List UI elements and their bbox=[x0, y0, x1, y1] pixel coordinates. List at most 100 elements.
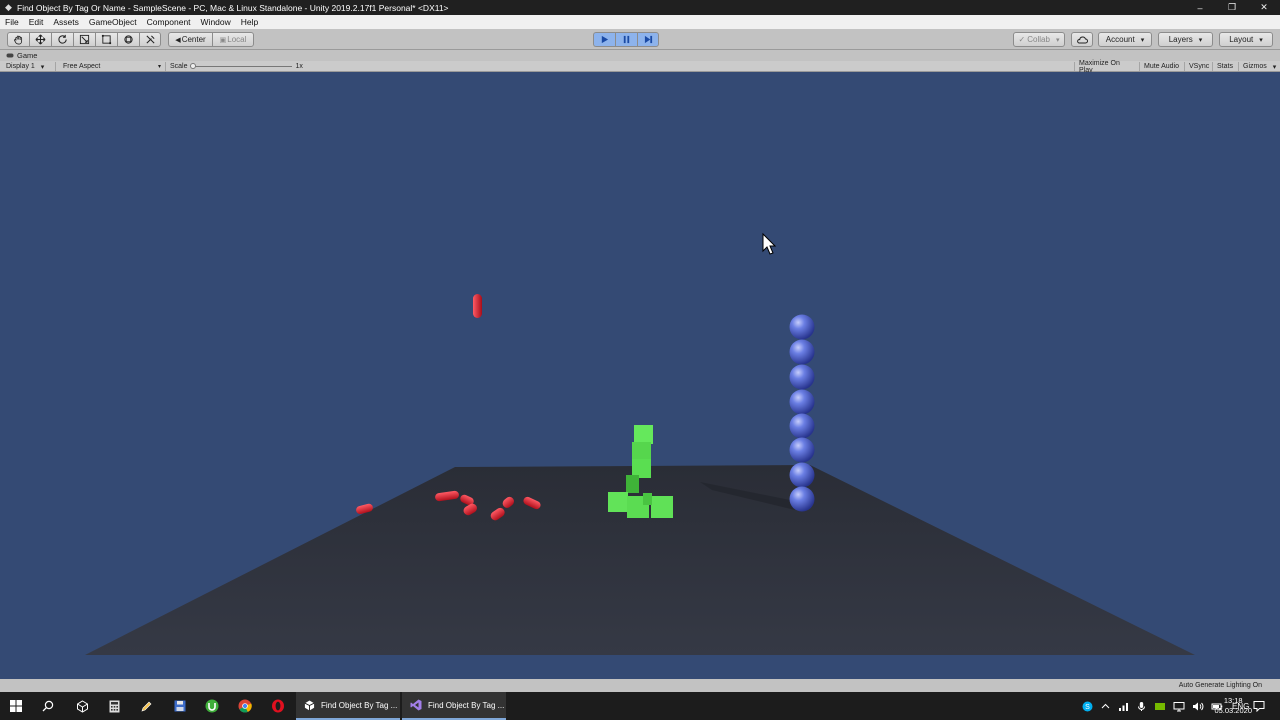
display-dropdown[interactable]: Display 1 bbox=[2, 62, 56, 71]
calculator-taskbar-button[interactable] bbox=[98, 692, 130, 720]
menu-component[interactable]: Component bbox=[142, 17, 196, 27]
green-cube bbox=[626, 475, 639, 493]
window-title: Find Object By Tag Or Name - SampleScene… bbox=[17, 2, 449, 13]
pause-icon bbox=[623, 35, 630, 44]
step-button[interactable] bbox=[637, 32, 659, 47]
main-toolbar: ◀ Center ▣ Local ✓ Collab ▾ Account ▾ La… bbox=[0, 29, 1280, 50]
opera-taskbar-button[interactable] bbox=[262, 692, 294, 720]
maximize-on-play-toggle[interactable]: Maximize On Play bbox=[1074, 60, 1140, 74]
cloud-services-button[interactable] bbox=[1071, 32, 1093, 47]
menu-gameobject[interactable]: GameObject bbox=[84, 17, 142, 27]
layers-label: Layers bbox=[1168, 35, 1193, 44]
green-cube bbox=[608, 492, 628, 512]
chevron-up-icon[interactable] bbox=[1100, 701, 1111, 712]
pivot-center-button[interactable]: ◀ Center bbox=[168, 32, 212, 47]
rect-tool-icon bbox=[101, 34, 112, 45]
unity-hub-taskbar-button[interactable] bbox=[66, 692, 98, 720]
move-arrows-icon bbox=[35, 34, 46, 45]
transform-tool-button[interactable] bbox=[117, 32, 139, 47]
collab-dropdown[interactable]: ✓ Collab bbox=[1013, 32, 1065, 47]
unity-editor-task[interactable]: Find Object By Tag ... bbox=[296, 692, 400, 720]
scale-slider[interactable] bbox=[189, 62, 292, 71]
pivot-toggles: ◀ Center ▣ Local bbox=[168, 32, 254, 47]
menu-assets[interactable]: Assets bbox=[48, 17, 84, 27]
save-taskbar-button[interactable] bbox=[164, 692, 196, 720]
unity-task-label: Find Object By Tag ... bbox=[321, 700, 398, 710]
visual-studio-task[interactable]: Find Object By Tag ... bbox=[402, 692, 506, 720]
layers-dropdown[interactable]: Layers bbox=[1158, 32, 1213, 47]
skype-icon[interactable]: S bbox=[1082, 701, 1093, 712]
display-label: Display 1 bbox=[6, 63, 35, 70]
maximize-button[interactable]: ❐ bbox=[1216, 0, 1248, 15]
blue-sphere bbox=[789, 462, 815, 488]
collab-label: Collab bbox=[1027, 35, 1050, 44]
hand-tool-button[interactable] bbox=[7, 32, 29, 47]
rect-tool-button[interactable] bbox=[95, 32, 117, 47]
cloud-icon bbox=[1077, 36, 1088, 44]
move-tool-button[interactable] bbox=[29, 32, 51, 47]
lighting-status-text: Auto Generate Lighting On bbox=[1178, 682, 1262, 689]
pivot-icon: ◀ bbox=[175, 36, 181, 44]
mute-audio-toggle[interactable]: Mute Audio bbox=[1140, 62, 1185, 71]
svg-text:S: S bbox=[1085, 704, 1090, 711]
microphone-icon[interactable] bbox=[1136, 701, 1147, 712]
aspect-dropdown[interactable]: Free Aspect ▾ bbox=[59, 62, 166, 71]
unity-cube-icon bbox=[76, 699, 88, 713]
network-icon[interactable] bbox=[1118, 701, 1129, 712]
stats-label: Stats bbox=[1217, 63, 1233, 70]
action-center-icon bbox=[1253, 701, 1265, 712]
paint-taskbar-button[interactable] bbox=[130, 692, 162, 720]
blue-sphere bbox=[789, 314, 815, 340]
utorrent-taskbar-button[interactable] bbox=[196, 692, 228, 720]
stats-toggle[interactable]: Stats bbox=[1213, 62, 1239, 71]
unity-editor-window: ◆ Find Object By Tag Or Name - SampleSce… bbox=[0, 0, 1280, 720]
aspect-chevron-icon: ▾ bbox=[157, 64, 161, 70]
collab-group: ✓ Collab bbox=[1013, 32, 1065, 47]
custom-tool-button[interactable] bbox=[139, 32, 161, 47]
vsync-toggle[interactable]: VSync bbox=[1185, 62, 1213, 71]
menu-file[interactable]: File bbox=[0, 17, 24, 27]
blue-sphere bbox=[789, 364, 815, 390]
status-bar: Auto Generate Lighting On bbox=[0, 679, 1280, 692]
unity-logo-icon: ◆ bbox=[5, 2, 12, 12]
green-cube bbox=[651, 496, 673, 518]
mouse-cursor-icon bbox=[762, 232, 777, 255]
transform-tools bbox=[7, 32, 161, 47]
nvidia-icon[interactable] bbox=[1154, 701, 1166, 712]
start-button[interactable] bbox=[0, 692, 32, 720]
cloud-group bbox=[1071, 32, 1093, 47]
mute-audio-label: Mute Audio bbox=[1144, 63, 1180, 70]
notifications-button[interactable] bbox=[1244, 692, 1274, 720]
volume-icon[interactable] bbox=[1192, 701, 1204, 712]
search-icon bbox=[42, 700, 54, 712]
visual-studio-icon bbox=[410, 699, 422, 711]
torrent-client-icon bbox=[205, 699, 219, 713]
search-button[interactable] bbox=[32, 692, 64, 720]
rotate-tool-button[interactable] bbox=[51, 32, 73, 47]
account-dropdown[interactable]: Account bbox=[1098, 32, 1152, 47]
menu-help[interactable]: Help bbox=[236, 17, 263, 27]
chrome-taskbar-button[interactable] bbox=[229, 692, 261, 720]
close-button[interactable]: ✕ bbox=[1248, 0, 1280, 15]
hand-icon bbox=[14, 35, 23, 45]
pencil-icon bbox=[141, 701, 151, 711]
menu-edit[interactable]: Edit bbox=[24, 17, 49, 27]
scale-tool-button[interactable] bbox=[73, 32, 95, 47]
layout-label: Layout bbox=[1229, 35, 1254, 44]
menu-window[interactable]: Window bbox=[196, 17, 236, 27]
game-tab[interactable]: Game bbox=[0, 51, 37, 60]
pivot-local-button[interactable]: ▣ Local bbox=[212, 32, 254, 47]
layout-group: Layout bbox=[1219, 32, 1273, 47]
play-button[interactable] bbox=[593, 32, 615, 47]
game-viewport[interactable] bbox=[0, 72, 1280, 679]
scale-slider-thumb[interactable] bbox=[189, 63, 196, 69]
display-icon[interactable] bbox=[1173, 701, 1185, 712]
gizmos-dropdown[interactable]: Gizmos bbox=[1239, 62, 1277, 71]
minimize-button[interactable]: – bbox=[1184, 0, 1216, 15]
transform-icon bbox=[124, 35, 133, 44]
play-icon bbox=[601, 35, 609, 44]
game-tab-label: Game bbox=[17, 51, 38, 60]
pause-button[interactable] bbox=[615, 32, 637, 47]
menu-bar: File Edit Assets GameObject Component Wi… bbox=[0, 15, 1280, 29]
layout-dropdown[interactable]: Layout bbox=[1219, 32, 1273, 47]
